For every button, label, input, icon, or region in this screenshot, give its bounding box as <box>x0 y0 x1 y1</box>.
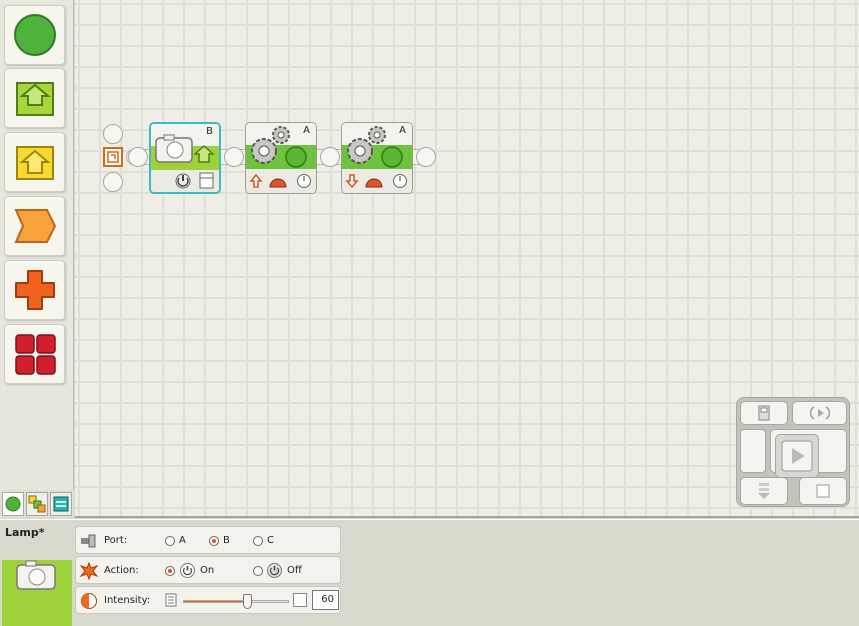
move-blocks-button[interactable] <box>4 68 65 128</box>
action-burst-icon <box>80 562 98 580</box>
stop-icon <box>816 484 830 498</box>
lamp-icon <box>155 134 193 163</box>
intensity-bar-icon <box>199 172 214 189</box>
start-icon[interactable] <box>103 147 123 167</box>
intensity-dim-icon <box>165 593 177 610</box>
block-port-letter: A <box>303 125 310 136</box>
power-icon <box>175 173 191 189</box>
run-selected-button[interactable] <box>792 401 847 425</box>
action-blocks-button[interactable] <box>4 5 65 65</box>
download-icon <box>758 483 770 499</box>
tab-common-palette[interactable] <box>2 492 24 516</box>
green-circle-icon <box>13 14 56 56</box>
tab-custom-palette[interactable] <box>50 492 72 516</box>
red-grid-icon <box>14 334 56 375</box>
stop-button[interactable] <box>799 477 847 505</box>
tab-complete-palette[interactable] <box>26 492 48 516</box>
orange-chevron-icon <box>13 209 56 243</box>
run-selected-icon <box>809 406 830 420</box>
intensity-slider[interactable] <box>183 600 289 603</box>
advanced-blocks-button[interactable] <box>4 324 65 384</box>
power-gauge-icon <box>269 178 287 188</box>
port-c-label: C <box>267 535 274 546</box>
action-label: Action: <box>104 565 139 576</box>
power-on-icon <box>180 563 195 578</box>
port-row: Port: A B C <box>75 526 341 554</box>
palette-tabs <box>0 490 74 518</box>
motor-green-circle-icon <box>381 146 403 168</box>
beam-end-connector[interactable] <box>416 147 436 167</box>
block-port-letter: A <box>399 125 406 136</box>
intensity-slider-fill <box>184 601 248 602</box>
action-row: Action: On Off <box>75 556 341 584</box>
action-on-label: On <box>200 565 215 576</box>
action-on-radio[interactable] <box>165 566 175 576</box>
port-a-radio[interactable] <box>165 536 175 546</box>
action-off-label: Off <box>287 565 302 576</box>
data-blocks-button[interactable] <box>4 260 65 320</box>
nxt-window-icon <box>758 405 770 421</box>
beam-connector <box>224 147 244 167</box>
forward-arrow-icon <box>249 173 263 188</box>
intensity-row: Intensity: 60 <box>75 586 341 614</box>
controller-left-panel <box>740 429 766 473</box>
beam-connector <box>128 147 148 167</box>
intensity-input[interactable]: 60 <box>312 590 339 610</box>
intensity-icon <box>80 592 98 610</box>
action-off-radio[interactable] <box>253 566 263 576</box>
motor-block-reverse[interactable]: A <box>341 122 413 194</box>
lamp-icon <box>16 560 56 590</box>
duration-icon <box>393 174 407 188</box>
port-plug-icon <box>80 532 98 550</box>
green-circle-icon <box>5 496 21 512</box>
beam-connector <box>320 147 340 167</box>
download-button[interactable] <box>740 477 788 505</box>
block-palette <box>0 0 74 518</box>
motor-green-circle-icon <box>285 146 307 168</box>
start-port-bottom[interactable] <box>103 172 123 192</box>
orange-cross-icon <box>14 270 55 310</box>
run-program-button[interactable] <box>775 434 819 478</box>
port-c-radio[interactable] <box>253 536 263 546</box>
power-gauge-icon <box>365 178 383 188</box>
play-icon <box>781 440 813 472</box>
power-off-icon <box>267 563 282 578</box>
intensity-slider-thumb[interactable] <box>242 594 252 609</box>
port-a-label: A <box>179 535 186 546</box>
motor-block-forward[interactable]: A <box>245 122 317 194</box>
green-up-arrow-icon <box>15 82 54 116</box>
port-label: Port: <box>104 535 128 546</box>
nxt-window-button[interactable] <box>740 401 788 425</box>
duration-icon <box>297 174 311 188</box>
intensity-label: Intensity: <box>104 595 151 606</box>
block-config-panel: Lamp* Port: A B C Action: On Off Intensi… <box>0 519 859 626</box>
nxt-controller <box>736 397 850 507</box>
sensor-blocks-button[interactable] <box>4 132 65 192</box>
start-point <box>100 120 126 194</box>
complete-palette-icon <box>28 495 46 513</box>
port-b-radio[interactable] <box>209 536 219 546</box>
yellow-up-arrow-icon <box>15 146 54 180</box>
intensity-bright-swatch <box>293 593 307 607</box>
block-port-letter: B <box>206 126 213 137</box>
port-b-label: B <box>223 535 230 546</box>
custom-palette-icon <box>53 496 69 512</box>
block-config-icon-area <box>2 560 72 626</box>
reverse-arrow-icon <box>345 174 359 189</box>
block-config-title: Lamp* <box>5 526 45 539</box>
lamp-block[interactable]: B <box>149 122 221 194</box>
start-port-top[interactable] <box>103 124 123 144</box>
up-arrow-icon <box>193 144 215 163</box>
flow-blocks-button[interactable] <box>4 196 65 256</box>
